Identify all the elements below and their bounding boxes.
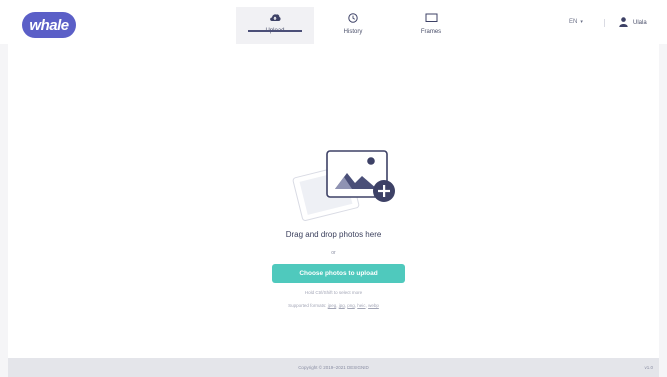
whale-logo[interactable]: whale [22,12,76,38]
copyright-text: Copyright © 2019–2021 DESIGNID [298,365,369,370]
cloud-upload-icon [269,13,281,24]
active-tab-indicator [248,30,302,32]
formats-label: Supported formats: [288,303,327,308]
multi-select-hint: Hold Ctrl/Shift to select more [304,290,363,295]
user-menu[interactable]: Ulala [619,17,647,29]
language-selector[interactable]: EN ▾ [569,19,583,25]
drag-drop-text: Drag and drop photos here [285,230,382,239]
clock-icon [348,13,358,25]
frame-icon [425,13,438,25]
language-value: EN [569,19,578,25]
format-jpg: jpg [338,303,345,308]
tab-history[interactable]: History [314,7,392,44]
format-jpeg: jpeg [327,303,337,308]
tab-frames-label: Frames [420,29,442,35]
user-name: Ulala [633,20,647,26]
photos-illustration [289,133,399,243]
top-navbar: whale Upload History [0,0,667,44]
tab-history-label: History [343,29,363,35]
footer: Copyright © 2019–2021 DESIGNID v1.0 [8,358,659,377]
format-webp: webp [368,303,379,308]
nav-tabs: Upload History Frames [236,7,470,44]
tab-frames[interactable]: Frames [392,7,470,44]
upload-dropzone[interactable]: Drag and drop photos here or Choose phot… [8,44,659,358]
supported-formats: Supported formats: jpeg, jpg, png, heic,… [288,303,379,308]
format-heic: heic [357,303,366,308]
or-text: or [331,250,336,256]
chevron-down-icon: ▾ [580,19,583,25]
version-text: v1.0 [644,365,653,370]
choose-photos-button[interactable]: Choose photos to upload [272,264,405,283]
format-png: png [347,303,355,308]
tab-upload[interactable]: Upload [236,7,314,44]
user-icon [619,17,628,29]
header-divider [604,19,605,27]
